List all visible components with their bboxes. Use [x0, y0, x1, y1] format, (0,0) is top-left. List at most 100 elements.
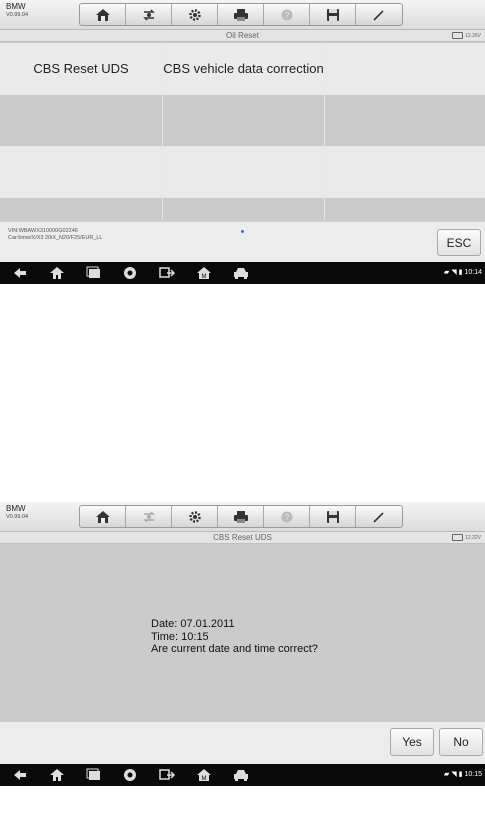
grid-cell-empty — [0, 198, 162, 223]
car-button[interactable] — [233, 768, 249, 782]
back-button[interactable] — [12, 266, 28, 280]
wifi-icon: ◥ — [451, 269, 457, 276]
cbs-vehicle-data-correction-button[interactable]: CBS vehicle data correction — [163, 43, 324, 94]
vci-button[interactable] — [159, 266, 175, 280]
page-title: CBS Reset UDS — [213, 533, 272, 542]
status-area: ▰ ◥ ▮ 10:14 — [443, 268, 482, 277]
dialog-content: Date: 07.01.2011 Time: 10:15 Are current… — [0, 544, 485, 721]
home-nav-button[interactable] — [49, 266, 65, 280]
vci-button[interactable] — [159, 768, 175, 782]
battery-icon: ▮ — [458, 269, 463, 276]
toolbar: ? — [79, 3, 403, 26]
toolbar: ? — [79, 505, 403, 528]
svg-text:?: ? — [284, 11, 289, 20]
grid-cell-empty — [0, 95, 162, 146]
home-button[interactable] — [80, 4, 126, 25]
edit-icon — [373, 511, 384, 523]
car-icon — [234, 770, 248, 781]
screen-cbs-reset-uds: BMW V0.99.04 ? CBS Reset UDS 12.22V Date… — [0, 502, 485, 786]
grid-cell-empty — [325, 198, 485, 223]
top-bar: BMW V0.99.04 ? — [0, 502, 485, 532]
maxifix-button[interactable]: M — [196, 266, 212, 280]
battery-status: 12.26V — [452, 32, 481, 39]
info-bar: VIN:WBAWX310000G02246 Car:bmw/X/X3 20iX_… — [0, 221, 485, 262]
browser-icon — [124, 267, 136, 279]
home-icon — [95, 510, 110, 523]
maxifix-button[interactable]: M — [196, 768, 212, 782]
battery-voltage: 12.26V — [465, 32, 481, 39]
vehicle-swap-button[interactable] — [126, 506, 172, 527]
home-icon — [95, 8, 110, 21]
android-nav-bar: M ▰ ◥ ▮ 10:15 — [0, 764, 485, 786]
date-line: Date: 07.01.2011 — [151, 618, 235, 630]
save-button[interactable] — [310, 506, 356, 527]
back-icon — [14, 268, 26, 278]
save-icon — [326, 510, 339, 523]
browser-icon — [124, 769, 136, 781]
home-icon — [50, 267, 64, 279]
vci-icon — [159, 267, 175, 278]
car-text: Car:bmw/X/X3 20iX_N20/F25/EUR_LL — [8, 235, 103, 242]
edit-icon — [373, 9, 384, 21]
battery-voltage: 12.22V — [465, 534, 481, 541]
help-button[interactable]: ? — [264, 4, 310, 25]
clock: 10:14 — [464, 268, 482, 276]
recent-apps-button[interactable] — [86, 768, 102, 782]
brand: BMW V0.99.04 — [6, 3, 28, 19]
cbs-reset-uds-button[interactable]: CBS Reset UDS — [0, 43, 162, 94]
no-button[interactable]: No — [439, 728, 483, 756]
page-indicator-dot — [241, 230, 244, 233]
settings-button[interactable] — [172, 506, 218, 527]
edit-button[interactable] — [356, 506, 402, 527]
svg-text:M: M — [202, 776, 207, 782]
function-grid: CBS Reset UDS CBS vehicle data correctio… — [0, 43, 485, 223]
browser-button[interactable] — [122, 768, 138, 782]
grid-cell-empty — [163, 95, 324, 146]
browser-button[interactable] — [122, 266, 138, 280]
title-bar: CBS Reset UDS 12.22V — [0, 532, 485, 544]
grid-cell-empty — [325, 43, 485, 94]
yes-button[interactable]: Yes — [390, 728, 434, 756]
settings-button[interactable] — [172, 4, 218, 25]
brand: BMW V0.99.04 — [6, 505, 28, 521]
vehicle-swap-button[interactable] — [126, 4, 172, 25]
home-nav-button[interactable] — [49, 768, 65, 782]
battery-status: 12.22V — [452, 534, 481, 541]
help-icon: ? — [281, 511, 292, 522]
software-version: V0.99.04 — [6, 514, 29, 520]
question-line: Are current date and time correct? — [151, 643, 318, 656]
grid-cell-empty — [0, 147, 162, 197]
grid-cell-empty — [325, 147, 485, 197]
home-button[interactable] — [80, 506, 126, 527]
save-button[interactable] — [310, 4, 356, 25]
print-button[interactable] — [218, 4, 264, 25]
info-bar: Yes No — [0, 721, 485, 764]
vehicle-swap-icon — [142, 8, 155, 21]
vehicle-info: VIN:WBAWX310000G02246 Car:bmw/X/X3 20iX_… — [8, 228, 102, 243]
page-title: Oil Reset — [226, 31, 259, 40]
notification-icon: ▰ — [443, 269, 450, 276]
back-button[interactable] — [12, 768, 28, 782]
print-button[interactable] — [218, 506, 264, 527]
car-button[interactable] — [233, 266, 249, 280]
back-icon — [14, 770, 26, 780]
grid-cell-empty — [325, 95, 485, 146]
recent-apps-button[interactable] — [86, 266, 102, 280]
grid-cell-empty — [163, 198, 324, 223]
svg-text:M: M — [202, 274, 207, 280]
save-icon — [326, 8, 339, 21]
battery-icon — [452, 32, 464, 39]
maxifix-icon: M — [197, 267, 211, 280]
help-button[interactable]: ? — [264, 506, 310, 527]
esc-button[interactable]: ESC — [437, 229, 481, 256]
vin-text: VIN:WBAWX310000G02246 — [8, 228, 78, 234]
software-version: V0.99.04 — [6, 12, 29, 18]
edit-button[interactable] — [356, 4, 402, 25]
vci-icon — [159, 769, 175, 780]
svg-text:?: ? — [284, 513, 289, 522]
confirmation-message: Date: 07.01.2011 Time: 10:15 Are current… — [151, 618, 318, 656]
top-bar: BMW V0.99.04 ? — [0, 0, 485, 30]
recent-apps-icon — [86, 768, 100, 780]
title-bar: Oil Reset 12.26V — [0, 30, 485, 42]
vehicle-swap-icon — [142, 510, 155, 523]
